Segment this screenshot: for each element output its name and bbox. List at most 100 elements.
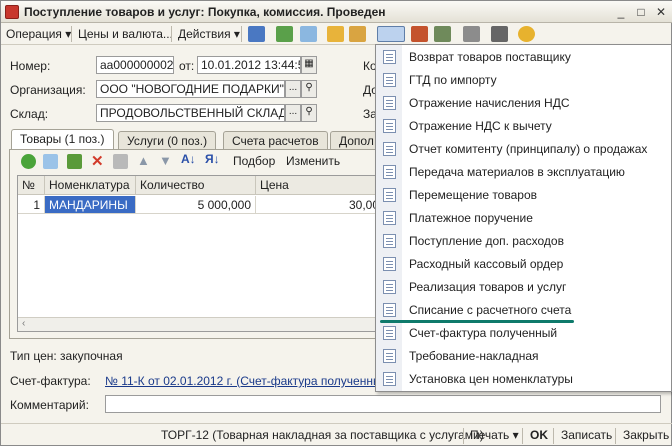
menu-item-received-invoice[interactable]: Счет-фактура полученный xyxy=(376,322,671,345)
help-icon[interactable] xyxy=(518,26,535,42)
structure-icon[interactable] xyxy=(491,26,508,42)
close-window-button[interactable]: ✕ xyxy=(653,4,669,20)
back-arrow-icon[interactable] xyxy=(248,26,265,42)
menu-item-label: Поступление доп. расходов xyxy=(409,234,564,248)
menu-item-cash-outflow-order[interactable]: Расходный кассовый ордер xyxy=(376,253,671,276)
torg-print-form-button[interactable]: ТОРГ-12 (Товарная накладная за поставщик… xyxy=(161,428,484,442)
document-icon xyxy=(5,5,19,19)
comment-field[interactable] xyxy=(105,395,661,413)
number-field[interactable]: аа000000002 xyxy=(96,56,174,74)
copy-row-icon[interactable] xyxy=(43,154,58,169)
move-down-icon[interactable]: ▼ xyxy=(159,153,172,168)
copy-icon[interactable] xyxy=(300,26,317,42)
bottom-separator xyxy=(615,428,616,444)
ok-button[interactable]: OK xyxy=(530,428,548,442)
organization-select-button[interactable]: ... xyxy=(285,80,301,98)
warehouse-field[interactable]: ПРОДОВОЛЬСТВЕННЫЙ СКЛАД xyxy=(96,104,285,122)
end-edit-icon[interactable] xyxy=(113,154,128,169)
sort-asc-icon[interactable]: A↓ xyxy=(181,152,196,166)
document-icon xyxy=(383,234,396,248)
organization-search-icon[interactable]: ⚲ xyxy=(301,80,317,98)
menu-item-label: Отражение начисления НДС xyxy=(409,96,570,110)
actions-menu-button[interactable]: Действия ▾ xyxy=(178,27,240,41)
horizontal-scrollbar[interactable]: ‹ xyxy=(18,317,382,331)
select-button[interactable]: Подбор xyxy=(233,154,275,168)
dt-kt-icon[interactable] xyxy=(411,26,428,42)
calendar-icon[interactable]: ▦ xyxy=(301,56,317,74)
move-up-icon[interactable]: ▲ xyxy=(137,153,150,168)
document-icon xyxy=(383,211,396,225)
menu-item-return-to-supplier[interactable]: Возврат товаров поставщику xyxy=(376,46,671,69)
warehouse-select-button[interactable]: ... xyxy=(285,104,301,122)
print-menu-button[interactable]: Печать ▾ xyxy=(470,428,519,442)
minimize-button[interactable]: _ xyxy=(613,4,629,20)
menu-item-vat-deduction[interactable]: Отражение НДС к вычету xyxy=(376,115,671,138)
maximize-button[interactable]: □ xyxy=(633,4,649,20)
organization-field[interactable]: ООО "НОВОГОДНИЕ ПОДАРКИ" xyxy=(96,80,285,98)
prices-currency-button[interactable]: Цены и валюта... xyxy=(78,27,173,41)
document-icon xyxy=(383,188,396,202)
menu-item-label: Счет-фактура полученный xyxy=(409,326,558,340)
close-button[interactable]: Закрыть xyxy=(623,428,669,442)
menu-item-materials-transfer[interactable]: Передача материалов в эксплуатацию xyxy=(376,161,671,184)
operation-menu-button[interactable]: Операция ▾ xyxy=(6,27,71,41)
title-bar: Поступление товаров и услуг: Покупка, ко… xyxy=(1,1,672,23)
menu-item-label: Передача материалов в эксплуатацию xyxy=(409,165,625,179)
edit-row-icon[interactable] xyxy=(67,154,82,169)
table-cell-number[interactable]: 1 xyxy=(18,196,45,214)
column-header-number[interactable]: № xyxy=(18,176,45,195)
add-row-icon[interactable] xyxy=(21,154,36,169)
bottom-bar: ТОРГ-12 (Товарная накладная за поставщик… xyxy=(1,423,672,447)
column-header-quantity[interactable]: Количество xyxy=(136,176,256,195)
invoice-link[interactable]: № 11-К от 02.01.2012 г. (Счет-фактура по… xyxy=(105,374,375,388)
document-icon xyxy=(383,50,396,64)
menu-item-label: Реализация товаров и услуг xyxy=(409,280,567,294)
menu-item-label: Установка цен номенклатуры xyxy=(409,372,573,386)
warehouse-label: Склад: xyxy=(10,107,49,121)
document-icon xyxy=(383,165,396,179)
menu-item-bank-write-off[interactable]: Списание с расчетного счета xyxy=(376,299,671,322)
menu-item-label: Перемещение товаров xyxy=(409,188,537,202)
post-document-icon[interactable] xyxy=(327,26,344,42)
number-label: Номер: xyxy=(10,59,51,73)
menu-item-requisition[interactable]: Требование-накладная xyxy=(376,345,671,368)
toolbar-separator xyxy=(171,26,172,42)
warehouse-search-icon[interactable]: ⚲ xyxy=(301,104,317,122)
menu-item-set-prices[interactable]: Установка цен номенклатуры xyxy=(376,368,671,391)
menu-item-vat-accrual[interactable]: Отражение начисления НДС xyxy=(376,92,671,115)
save-button[interactable]: Записать xyxy=(561,428,612,442)
table-cell-price[interactable]: 30,00 xyxy=(256,196,384,214)
delete-row-icon[interactable]: ✕ xyxy=(91,152,104,170)
column-header-item[interactable]: Номенклатура xyxy=(45,176,136,195)
menu-item-consignor-report[interactable]: Отчет комитенту (принципалу) о продажах xyxy=(376,138,671,161)
date-field[interactable]: 10.01.2012 13:44:54 xyxy=(197,56,301,74)
menu-item-additional-expenses[interactable]: Поступление доп. расходов xyxy=(376,230,671,253)
sort-desc-icon[interactable]: Я↓ xyxy=(205,152,220,166)
menu-item-label: Отчет комитенту (принципалу) о продажах xyxy=(409,142,648,156)
window-title: Поступление товаров и услуг: Покупка, ко… xyxy=(24,5,386,19)
create-based-on-menu: Возврат товаров поставщику ГТД по импорт… xyxy=(375,44,672,392)
unpost-document-icon[interactable] xyxy=(349,26,366,42)
goods-table[interactable]: № Номенклатура Количество Цена 1 МАНДАРИ… xyxy=(17,175,384,332)
column-header-price[interactable]: Цена xyxy=(256,176,384,195)
report-icon[interactable] xyxy=(434,26,451,42)
tab-services[interactable]: Услуги (0 поз.) xyxy=(118,131,217,149)
tab-goods[interactable]: Товары (1 поз.) xyxy=(11,129,114,150)
table-cell-quantity[interactable]: 5 000,000 xyxy=(136,196,256,214)
document-icon xyxy=(383,280,396,294)
document-icon xyxy=(383,257,396,271)
create-based-on-button[interactable] xyxy=(377,26,405,42)
menu-item-label: Возврат товаров поставщику xyxy=(409,50,571,64)
tab-accounts[interactable]: Счета расчетов xyxy=(223,131,328,149)
menu-item-goods-transfer[interactable]: Перемещение товаров xyxy=(376,184,671,207)
refresh-icon[interactable] xyxy=(276,26,293,42)
menu-item-sales[interactable]: Реализация товаров и услуг xyxy=(376,276,671,299)
menu-item-payment-order[interactable]: Платежное поручение xyxy=(376,207,671,230)
filter-icon[interactable] xyxy=(463,26,480,42)
toolbar-separator xyxy=(71,26,72,42)
scroll-left-icon[interactable]: ‹ xyxy=(22,318,25,329)
edit-button[interactable]: Изменить xyxy=(286,154,340,168)
menu-item-customs-declaration[interactable]: ГТД по импорту xyxy=(376,69,671,92)
menu-item-label: ГТД по импорту xyxy=(409,73,497,87)
table-cell-item[interactable]: МАНДАРИНЫ xyxy=(45,196,136,214)
